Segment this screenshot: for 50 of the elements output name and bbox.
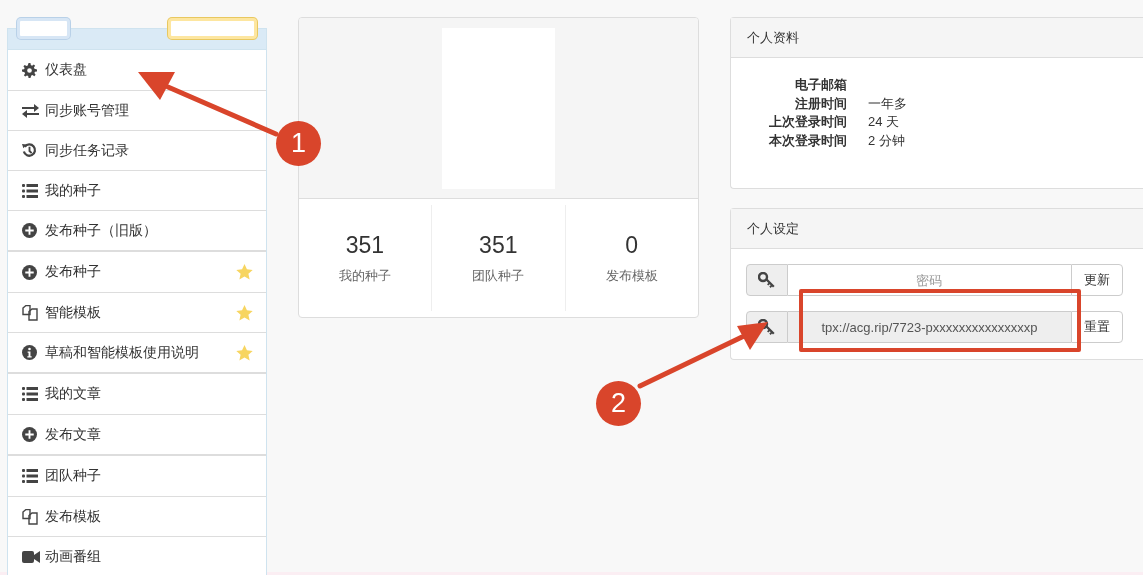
plus-circle-icon [22,427,37,442]
sidebar-item[interactable]: 同步任务记录 [8,130,266,170]
sidebar-item[interactable]: 草稿和智能模板使用说明 [8,332,266,372]
header-button[interactable] [167,18,257,39]
field-value: 2 分钟 [867,131,906,149]
field-label: 注册时间 [793,94,847,112]
field-label: 上次登录时间 [767,113,847,131]
stat-label: 团队种子 [472,266,525,285]
panel-title: 个人资料 [730,18,1143,58]
stat-value: 351 [345,231,385,259]
field-value: 一年多 [867,94,908,112]
sidebar-item[interactable]: 仪表盘 [8,50,266,90]
star-icon [235,264,253,280]
video-camera-icon [22,549,40,564]
action-button[interactable]: 更新 [1070,264,1123,296]
plus-circle-icon [22,223,37,238]
sidebar-item[interactable]: 我的种子 [8,170,266,210]
field-value: 24 天 [867,113,901,131]
panel-title: 个人设定 [730,209,1143,249]
sidebar-item[interactable]: 发布文章 [8,414,266,454]
info-icon [22,345,37,360]
sidebar-item[interactable]: 发布模板 [8,496,266,536]
history-icon [22,143,37,158]
field-label: 本次登录时间 [767,131,847,149]
stat-label: 发布模板 [605,266,658,285]
sidebar-item[interactable]: 我的文章 [8,374,266,414]
field-label: 电子邮箱 [793,76,847,94]
input-field[interactable]: tpx://acg.rip/7723-pxxxxxxxxxxxxxxxp [787,311,1071,343]
sidebar-item[interactable]: 动画番组 [8,536,266,575]
swap-arrows-icon [22,103,39,118]
gear-icon [22,62,37,78]
sidebar-item[interactable]: 智能模板 [8,292,266,332]
sidebar-item[interactable]: 发布种子（旧版） [8,210,266,250]
plus-circle-icon [22,264,37,280]
copy-icon [22,508,38,525]
list-icon [22,469,38,483]
list-icon [22,387,38,401]
copy-icon [22,304,38,321]
sidebar-item[interactable]: 团队种子 [8,456,266,496]
header-button[interactable] [17,18,70,39]
stat-value: 351 [479,231,518,259]
key-icon [757,272,776,288]
sidebar-item[interactable]: 发布种子 [8,252,266,292]
step-number-badge: 2 [596,381,641,426]
list-icon [22,183,38,198]
key-icon [757,319,776,335]
star-icon [235,304,253,321]
stat-value: 0 [625,231,639,259]
star-icon [235,344,253,361]
stat-label: 我的种子 [338,266,391,285]
